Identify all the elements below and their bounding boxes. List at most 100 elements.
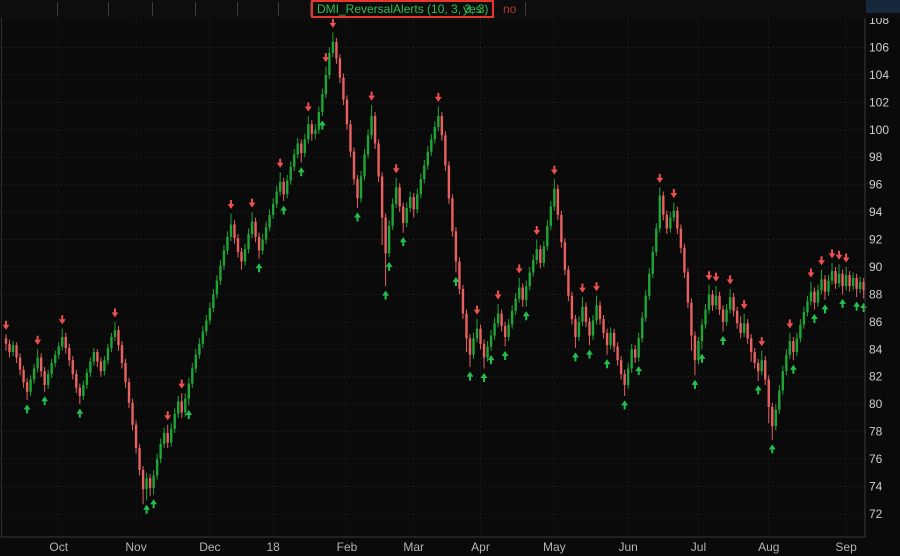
- candle-body: [469, 338, 471, 354]
- candle-body: [588, 322, 590, 336]
- price-tick-label: 88: [869, 287, 883, 301]
- candle-body: [659, 196, 661, 229]
- candle-body: [490, 336, 492, 347]
- header-cell-divider: [108, 2, 109, 16]
- candle-body: [54, 355, 56, 363]
- candle-body: [627, 368, 629, 384]
- month-tick-label: Oct: [49, 540, 68, 554]
- candle-body: [335, 42, 337, 58]
- candle-body: [156, 459, 158, 475]
- candle-body: [792, 341, 794, 352]
- candle-body: [128, 382, 130, 403]
- candle-body: [645, 296, 647, 318]
- candle-body: [370, 116, 372, 135]
- candle-body: [177, 401, 179, 413]
- candle-body: [504, 326, 506, 337]
- candle-body: [332, 42, 334, 53]
- candle[interactable]: [458, 257, 460, 294]
- candle-body: [750, 338, 752, 352]
- candle[interactable]: [353, 148, 355, 185]
- candle-body: [300, 143, 302, 153]
- candle-body: [328, 53, 330, 75]
- candle[interactable]: [377, 139, 379, 182]
- candle-body: [648, 274, 650, 296]
- candle-body: [543, 246, 545, 262]
- candle-body: [195, 355, 197, 369]
- candle-body: [258, 237, 260, 251]
- candle-body: [374, 116, 376, 143]
- indicator-yes-option[interactable]: yes: [456, 0, 489, 18]
- candle-body: [402, 207, 404, 223]
- candle[interactable]: [448, 161, 450, 204]
- candle-body: [363, 154, 365, 176]
- candle[interactable]: [444, 131, 446, 171]
- month-tick-label: Mar: [403, 540, 424, 554]
- candle-body: [789, 341, 791, 355]
- candle-body: [687, 272, 689, 302]
- candle-body: [237, 238, 239, 252]
- candle-body: [311, 124, 313, 134]
- month-tick-label: 18: [266, 540, 280, 554]
- candle-body: [166, 433, 168, 443]
- candle[interactable]: [374, 112, 376, 149]
- candle-body: [613, 333, 615, 347]
- candle-body: [367, 135, 369, 154]
- candle-body: [616, 347, 618, 361]
- candle-body: [493, 323, 495, 335]
- candle-body: [578, 322, 580, 337]
- candle-body: [810, 292, 812, 302]
- candle-body: [718, 296, 720, 310]
- header-cell-divider: [310, 2, 311, 16]
- candle[interactable]: [564, 238, 566, 275]
- candle-body: [522, 288, 524, 300]
- candle-body: [532, 260, 534, 272]
- candle-body: [279, 182, 281, 192]
- candle-body: [307, 124, 309, 139]
- candle-body: [746, 323, 748, 338]
- candle-body: [479, 329, 481, 344]
- candle-body: [514, 299, 516, 311]
- candle-body: [427, 152, 429, 166]
- candle-body: [560, 215, 562, 242]
- candle-body: [254, 222, 256, 237]
- candle-body: [606, 333, 608, 345]
- candle-body: [191, 368, 193, 383]
- candle-body: [321, 94, 323, 112]
- candle-body: [261, 240, 263, 251]
- candle-body: [683, 248, 685, 273]
- candle-body: [757, 363, 759, 371]
- chart-background: [0, 18, 900, 556]
- candle-body: [304, 139, 306, 153]
- candle-body: [483, 344, 485, 358]
- candle-body: [360, 176, 362, 198]
- indicator-no-option[interactable]: no: [496, 0, 523, 18]
- candle[interactable]: [697, 337, 699, 364]
- candle-body: [413, 197, 415, 209]
- candle-body: [739, 323, 741, 333]
- candle-body: [188, 384, 190, 399]
- candlestick-chart-area[interactable]: 1081061041021009896949290888684828078767…: [0, 18, 900, 556]
- candle-body: [117, 330, 119, 345]
- candle-body: [29, 379, 31, 391]
- candlestick-chart-svg[interactable]: 1081061041021009896949290888684828078767…: [0, 18, 900, 556]
- price-tick-label: 94: [869, 205, 883, 219]
- candle-body: [813, 292, 815, 303]
- candle[interactable]: [687, 268, 689, 308]
- candle-body: [244, 249, 246, 261]
- price-tick-label: 106: [869, 40, 889, 54]
- candle-body: [339, 58, 341, 77]
- candle-body: [785, 355, 787, 371]
- candle[interactable]: [349, 120, 351, 157]
- candle-body: [571, 296, 573, 319]
- candle-body: [708, 294, 710, 309]
- candle-body: [652, 252, 654, 274]
- candle[interactable]: [451, 194, 453, 237]
- candle-body: [529, 272, 531, 286]
- candle-body: [346, 100, 348, 125]
- candle[interactable]: [560, 211, 562, 248]
- candle-body: [233, 224, 235, 238]
- candle-body: [174, 414, 176, 429]
- candle-body: [567, 270, 569, 296]
- candle-body: [782, 371, 784, 390]
- candle-body: [36, 358, 38, 369]
